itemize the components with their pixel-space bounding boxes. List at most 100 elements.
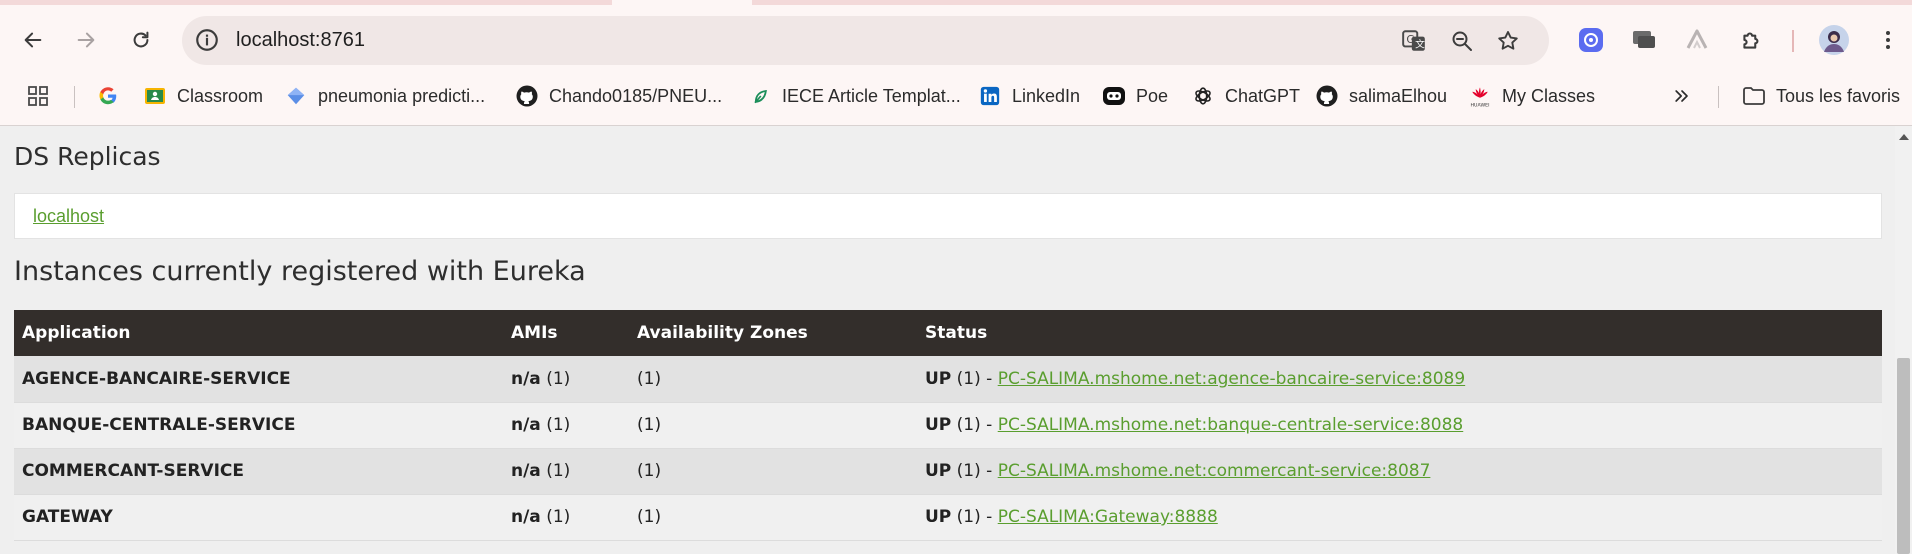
huawei-icon: HUAWEI — [1468, 84, 1492, 108]
amis-cell: n/a (1) — [503, 402, 629, 449]
classroom-icon — [143, 84, 167, 108]
status-cell: UP (1) - PC-SALIMA.mshome.net:banque-cen… — [917, 402, 1882, 449]
bookmark-iece[interactable]: IECE Article Templat... — [748, 80, 961, 112]
browser-chrome: localhost:8761 G文 Classroom pneumonia pr… — [0, 0, 1912, 126]
status-cell: UP (1) - PC-SALIMA.mshome.net:commercant… — [917, 448, 1882, 495]
linkedin-icon — [978, 84, 1002, 108]
translate-icon[interactable]: G文 — [1400, 27, 1428, 55]
reload-button[interactable] — [121, 20, 161, 60]
bookmarks-divider — [1718, 86, 1719, 108]
bookmark-label: ChatGPT — [1225, 85, 1301, 106]
bookmark-label: LinkedIn — [1012, 85, 1081, 106]
table-row: AGENCE-BANCAIRE-SERVICE n/a (1) (1) UP (… — [14, 356, 1882, 403]
more-bookmarks-button[interactable] — [1670, 80, 1704, 112]
zones-cell: (1) — [629, 402, 917, 449]
status-cell: UP (1) - PC-SALIMA.mshome.net:agence-ban… — [917, 356, 1882, 403]
site-info-icon[interactable] — [194, 27, 220, 53]
scroll-up-arrow-icon[interactable] — [1899, 134, 1909, 140]
apps-grid-button[interactable] — [26, 80, 60, 112]
status-count: (1) - — [951, 415, 998, 435]
bookmark-label: Poe — [1136, 85, 1169, 106]
status-count: (1) - — [951, 368, 998, 389]
all-bookmarks-label: Tous les favoris — [1776, 85, 1901, 106]
apps-grid-icon — [26, 84, 50, 108]
github-icon — [1315, 84, 1339, 108]
extensions-puzzle-icon[interactable] — [1736, 24, 1768, 56]
ami-value: n/a — [511, 461, 541, 481]
ds-replicas-title: DS Replicas — [14, 142, 161, 171]
forward-button[interactable] — [66, 20, 106, 60]
bookmark-pneumonia[interactable]: pneumonia predicti... — [284, 80, 485, 112]
instance-link[interactable]: PC-SALIMA.mshome.net:agence-bancaire-ser… — [998, 369, 1465, 389]
zones-cell: (1) — [629, 494, 917, 541]
bookmark-label: pneumonia predicti... — [318, 85, 486, 106]
zoom-icon[interactable] — [1448, 27, 1476, 55]
bookmark-chatgpt[interactable]: ChatGPT — [1191, 80, 1300, 112]
application-name: GATEWAY — [14, 494, 503, 541]
replica-link[interactable]: localhost — [33, 206, 104, 227]
svg-text:HUAWEI: HUAWEI — [1471, 102, 1490, 108]
poe-icon — [1102, 84, 1126, 108]
ami-count: (1) — [540, 368, 571, 389]
bookmark-poe[interactable]: Poe — [1102, 80, 1168, 112]
arrow-left-icon — [24, 32, 42, 48]
address-url[interactable]: localhost:8761 — [236, 29, 365, 52]
bookmark-my-classes[interactable]: HUAWEI My Classes — [1468, 80, 1595, 112]
google-icon — [96, 84, 120, 108]
github-icon — [515, 84, 539, 108]
all-bookmarks-button[interactable]: Tous les favoris — [1742, 80, 1900, 112]
leaf-icon — [748, 84, 772, 108]
bookmarks-bar: Classroom pneumonia predicti... Chando01… — [0, 76, 1912, 116]
menu-kebab-icon[interactable] — [1872, 24, 1904, 56]
bookmark-classroom[interactable]: Classroom — [143, 80, 263, 112]
folder-icon — [1742, 84, 1766, 108]
status-value: UP — [925, 507, 952, 527]
bookmark-google[interactable] — [96, 80, 130, 112]
status-cell: UP (1) - PC-SALIMA:Gateway:8888 — [917, 494, 1882, 541]
table-row: BANQUE-CENTRALE-SERVICE n/a (1) (1) UP (… — [14, 402, 1882, 449]
replicas-panel: localhost — [14, 193, 1882, 239]
ami-value: n/a — [511, 415, 541, 435]
page-scrollbar[interactable] — [1895, 126, 1912, 554]
amis-cell: n/a (1) — [503, 356, 629, 403]
bookmark-label: Chando0185/PNEU... — [549, 85, 723, 106]
profile-avatar[interactable] — [1818, 24, 1850, 56]
status-value: UP — [925, 461, 952, 481]
chevron-double-right-icon — [1670, 84, 1694, 108]
address-bar[interactable]: localhost:8761 G文 — [182, 16, 1549, 65]
ami-value: n/a — [511, 507, 541, 527]
instance-link[interactable]: PC-SALIMA:Gateway:8888 — [998, 507, 1218, 527]
zones-cell: (1) — [629, 448, 917, 495]
arrow-right-icon — [77, 32, 95, 48]
amis-cell: n/a (1) — [503, 448, 629, 495]
bookmark-label: My Classes — [1502, 85, 1596, 106]
ami-count: (1) — [540, 461, 571, 481]
instances-table: Application AMIs Availability Zones Stat… — [14, 310, 1882, 541]
status-value: UP — [925, 415, 952, 435]
extension-arrow-icon[interactable] — [1681, 24, 1713, 56]
ami-value: n/a — [511, 368, 541, 389]
zones-cell: (1) — [629, 356, 917, 403]
back-button[interactable] — [13, 20, 53, 60]
status-value: UP — [925, 368, 952, 389]
bookmark-chando-github[interactable]: Chando0185/PNEU... — [515, 80, 722, 112]
bookmark-salima-github[interactable]: salimaElhou — [1315, 80, 1447, 112]
diamond-icon — [284, 84, 308, 108]
table-row: GATEWAY n/a (1) (1) UP (1) - PC-SALIMA:G… — [14, 494, 1882, 541]
instances-title: Instances currently registered with Eure… — [14, 256, 586, 287]
bookmark-linkedin[interactable]: LinkedIn — [978, 80, 1080, 112]
header-amis: AMIs — [503, 310, 629, 356]
instance-link[interactable]: PC-SALIMA.mshome.net:banque-centrale-ser… — [998, 415, 1464, 435]
scrollbar-thumb[interactable] — [1897, 358, 1910, 554]
page-content: DS Replicas localhost Instances currentl… — [0, 126, 1895, 554]
extension-ai-icon[interactable] — [1575, 24, 1607, 56]
active-tab[interactable] — [612, 0, 752, 5]
svg-text:文: 文 — [1415, 38, 1425, 51]
bookmark-star-icon[interactable] — [1494, 27, 1522, 55]
reload-icon — [133, 31, 149, 48]
instance-link[interactable]: PC-SALIMA.mshome.net:commercant-service:… — [998, 461, 1431, 481]
tab-strip — [0, 0, 1912, 5]
extension-screen-icon[interactable] — [1628, 24, 1660, 56]
header-availability-zones: Availability Zones — [629, 310, 917, 356]
status-count: (1) - — [951, 461, 998, 481]
